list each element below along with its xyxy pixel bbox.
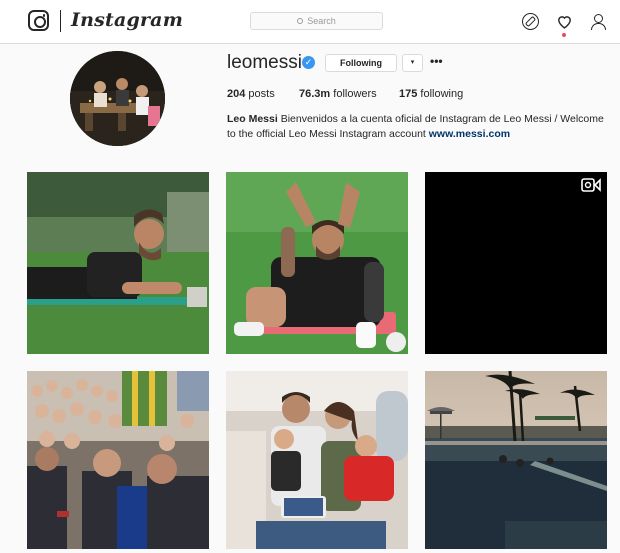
post-image [226, 172, 408, 354]
activity-heart-icon[interactable] [556, 13, 573, 30]
profile-avatar[interactable] [70, 51, 165, 146]
post-image [27, 172, 209, 354]
following-stat[interactable]: 175 following [399, 88, 463, 100]
suggestions-dropdown-button[interactable]: ▾ [402, 54, 423, 72]
verified-badge-icon: ✓ [302, 56, 315, 69]
profile-bio: Leo Messi Bienvenidos a la cuenta oficia… [227, 112, 607, 142]
post-image [226, 371, 408, 549]
profile-full-name: Leo Messi [227, 113, 278, 125]
video-camera-icon [581, 178, 601, 192]
website-link[interactable]: www.messi.com [429, 128, 510, 140]
followers-count: 76.3m [299, 88, 331, 100]
post-tile[interactable] [425, 172, 607, 354]
post-tile[interactable] [226, 172, 408, 354]
following-button[interactable]: Following [325, 54, 397, 72]
profile-person-icon[interactable] [590, 13, 607, 30]
explore-compass-icon[interactable] [522, 13, 539, 30]
post-tile[interactable] [226, 371, 408, 553]
post-image [425, 172, 607, 354]
posts-stat: 204 posts [227, 88, 275, 100]
bio-text: Bienvenidos a la cuenta oficial de Insta… [227, 113, 604, 140]
profile-username: leomessi [227, 52, 302, 73]
posts-count: 204 [227, 88, 246, 100]
search-icon [297, 18, 304, 24]
following-count: 175 [399, 88, 418, 100]
followers-stat[interactable]: 76.3m followers [299, 88, 377, 100]
logo-divider [60, 10, 61, 32]
instagram-wordmark[interactable]: Instagram [71, 9, 183, 31]
followers-label: followers [333, 88, 377, 100]
search-placeholder: Search [307, 16, 336, 26]
post-tile[interactable] [27, 371, 209, 553]
instagram-logo-icon[interactable] [28, 10, 49, 31]
more-options-icon[interactable]: ••• [430, 54, 443, 68]
notification-dot [562, 33, 566, 37]
following-label: following [420, 88, 464, 100]
post-image [425, 371, 607, 549]
search-input[interactable]: Search [250, 12, 383, 30]
top-navigation-bar: Instagram Search [0, 0, 620, 44]
post-tile[interactable] [425, 371, 607, 553]
post-tile[interactable] [27, 172, 209, 354]
post-image [27, 371, 209, 549]
posts-label: posts [248, 88, 275, 100]
